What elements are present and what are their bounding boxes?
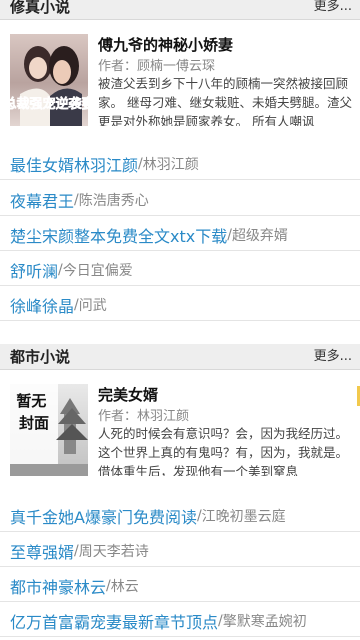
author-name: 顾楠一傅云琛 <box>137 59 216 74</box>
item-author: 陈浩唐秀心 <box>78 192 149 209</box>
featured-book[interactable]: 总裁强宠逆袭妻 傅九爷的神秘小娇妻 作者：顾楠一傅云琛 被渣父丢到乡下十八年的顾… <box>0 26 360 126</box>
item-title[interactable]: 亿万首富霸宠妻最新章节顶点 <box>10 609 218 633</box>
book-cover[interactable]: 暂无 封面 <box>10 384 88 476</box>
list-item[interactable]: 亿万首富霸宠妻最新章节顶点 / 擎默寒孟婉初 <box>0 605 360 637</box>
list-item[interactable]: 舒听澜 / 今日宜偏爱 <box>0 254 360 286</box>
cover-text: 总裁强宠逆袭妻 <box>10 96 88 112</box>
item-title[interactable]: 至尊强婿 <box>10 539 74 563</box>
item-title[interactable]: 最佳女婿林羽江颜 <box>10 152 138 176</box>
author-label: 作者： <box>98 409 138 424</box>
book-author: 作者：林羽江颜 <box>98 405 189 424</box>
item-author: 超级弃婿 <box>231 227 288 244</box>
book-cover[interactable]: 总裁强宠逆袭妻 <box>10 34 88 126</box>
featured-book[interactable]: 暂无 封面 完美女婿 作者：林羽江颜 人死的时候会有意识吗？会，因为我经历过。这… <box>0 376 360 476</box>
more-link[interactable]: 更多... <box>314 0 360 20</box>
list-item[interactable]: 最佳女婿林羽江颜 / 林羽江颜 <box>0 148 360 180</box>
more-link[interactable]: 更多... <box>314 344 360 370</box>
item-author: 江晚初墨云庭 <box>201 508 286 525</box>
list-item[interactable]: 真千金她A爆豪门免费阅读 / 江晚初墨云庭 <box>0 500 360 532</box>
item-author: 林云 <box>110 578 139 595</box>
book-description: 人死的时候会有意识吗？会，因为我经历过。这个世界上真的有鬼吗？有，因为，我就是。… <box>98 426 349 476</box>
list-item[interactable]: 夜幕君王 / 陈浩唐秀心 <box>0 184 360 216</box>
list-item[interactable]: 都市神豪林云 / 林云 <box>0 570 360 602</box>
item-title[interactable]: 楚尘宋颜整本免费全文xtx下载 <box>10 223 227 247</box>
book-title[interactable]: 傅九爷的神秘小娇妻 <box>98 34 233 55</box>
book-title[interactable]: 完美女婿 <box>98 384 158 405</box>
list-item[interactable]: 楚尘宋颜整本免费全文xtx下载 / 超级弃婿 <box>0 219 360 251</box>
item-title[interactable]: 夜幕君王 <box>10 188 74 212</box>
item-author: 擎默寒孟婉初 <box>222 613 307 630</box>
section-title: 都市小说 <box>10 347 71 366</box>
item-title[interactable]: 真千金她A爆豪门免费阅读 <box>10 504 197 528</box>
cover-text: 暂无 <box>16 392 46 410</box>
author-label: 作者： <box>98 59 138 74</box>
section-title: 修真小说 <box>10 0 71 16</box>
item-author: 问武 <box>78 297 107 314</box>
item-author: 今日宜偏爱 <box>62 262 133 279</box>
item-title[interactable]: 都市神豪林云 <box>10 574 106 598</box>
item-title[interactable]: 徐峰徐晶 <box>10 293 74 317</box>
item-title[interactable]: 舒听澜 <box>10 258 58 282</box>
author-name: 林羽江颜 <box>137 409 190 424</box>
item-author: 周天李若诗 <box>78 543 149 560</box>
section-header-xiuzhen: 修真小说 更多... <box>0 0 360 20</box>
section-header-dushi: 都市小说 更多... <box>0 344 360 370</box>
list-item[interactable]: 徐峰徐晶 / 问武 <box>0 289 360 321</box>
book-author: 作者：顾楠一傅云琛 <box>98 55 215 74</box>
list-item[interactable]: 至尊强婿 / 周天李若诗 <box>0 535 360 567</box>
book-description: 被渣父丢到乡下十八年的顾楠一突然被接回顾家。 继母刁难、继女栽赃、未婚夫劈腿。渣… <box>98 76 352 126</box>
item-author: 林羽江颜 <box>142 156 199 173</box>
